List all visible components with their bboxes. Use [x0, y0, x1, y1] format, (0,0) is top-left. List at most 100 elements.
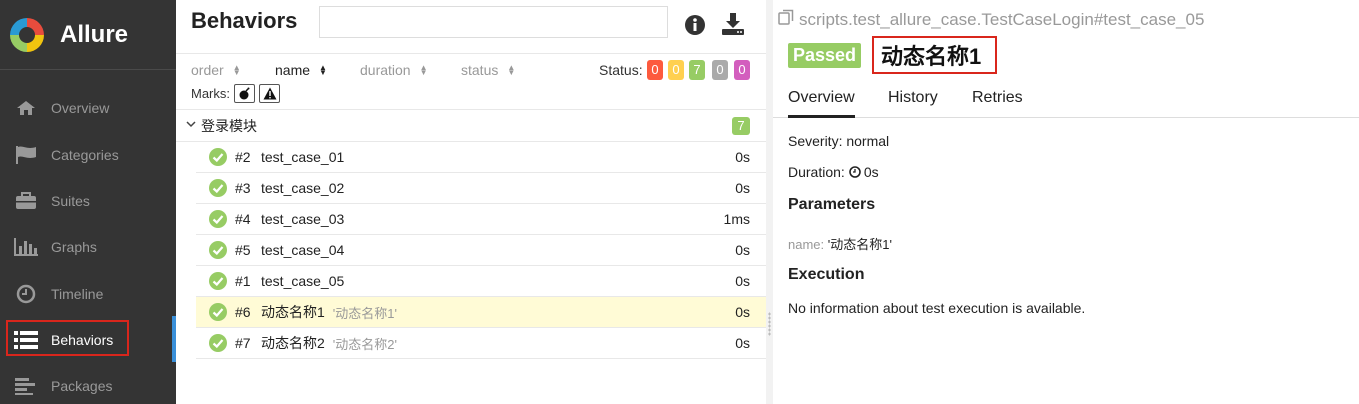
passed-check-icon — [209, 210, 227, 228]
row-parameter: '动态名称2' — [332, 336, 397, 352]
sidebar-item-label: Graphs — [51, 239, 97, 255]
sort-order[interactable]: order ▲ ▼ — [191, 62, 241, 78]
row-name: 动态名称1 — [261, 304, 325, 320]
duration-label: Duration: — [788, 164, 845, 180]
test-title: 动态名称1 — [872, 36, 997, 74]
chevron-down-icon — [186, 120, 198, 131]
parameter-name: name: — [788, 237, 825, 252]
sidebar-item-packages[interactable]: Packages — [0, 366, 176, 404]
flag-icon — [14, 146, 38, 164]
execution-text: No information about test execution is a… — [788, 300, 1086, 316]
status-unknown-toggle[interactable]: 0 — [734, 60, 750, 80]
row-duration: 0s — [735, 304, 750, 320]
sidebar-item-label: Suites — [51, 193, 90, 209]
detail-tabs: Overview History Retries — [773, 81, 1359, 118]
row-duration: 0s — [735, 273, 750, 289]
passed-check-icon — [209, 272, 227, 290]
passed-check-icon — [209, 241, 227, 259]
row-name: test_case_02 — [261, 180, 345, 196]
sort-arrows-icon: ▲ ▼ — [232, 63, 241, 77]
sort-status[interactable]: status ▲ ▼ — [461, 62, 515, 78]
row-order: #5 — [235, 242, 251, 258]
allure-report: Allure Overview Categories Suites Graphs — [0, 0, 1359, 404]
row-duration: 0s — [735, 335, 750, 351]
execution-heading: Execution — [788, 266, 865, 283]
sort-bar: order ▲ ▼ name ▲ ▼ duration ▲ ▼ status ▲ ▼ S… — [176, 56, 766, 82]
flaky-bomb-icon[interactable] — [234, 84, 255, 103]
row-order: #6 — [235, 304, 251, 320]
row-order: #2 — [235, 149, 251, 165]
passed-check-icon — [209, 179, 227, 197]
clock-icon — [14, 284, 38, 304]
passed-check-icon — [209, 334, 227, 352]
sidebar-item-graphs[interactable]: Graphs — [0, 227, 176, 267]
briefcase-icon — [14, 192, 38, 210]
warning-icon[interactable] — [259, 84, 280, 103]
status-passed-toggle[interactable]: 7 — [689, 60, 705, 80]
row-order: #7 — [235, 335, 251, 351]
table-row[interactable]: #7 动态名称2 '动态名称2' 0s — [196, 328, 766, 359]
passed-check-icon — [209, 303, 227, 321]
row-order: #1 — [235, 273, 251, 289]
parameters-heading: Parameters — [788, 196, 876, 213]
table-row[interactable]: #2 test_case_01 0s — [196, 142, 766, 173]
status-broken-toggle[interactable]: 0 — [668, 60, 684, 80]
test-path: scripts.test_allure_case.TestCaseLogin#t… — [778, 9, 1204, 30]
sidebar-item-label: Categories — [51, 147, 119, 163]
brand-name: Allure — [60, 20, 129, 48]
row-order: #4 — [235, 211, 251, 227]
table-row[interactable]: #4 test_case_03 1ms — [196, 204, 766, 235]
behaviors-panel: Behaviors order ▲ ▼ name ▲ ▼ duration ▲ ▼ — [176, 0, 766, 404]
info-icon[interactable] — [684, 14, 706, 39]
behaviors-header: Behaviors — [176, 0, 766, 54]
pane-splitter[interactable] — [766, 0, 773, 404]
test-path-text: scripts.test_allure_case.TestCaseLogin#t… — [799, 9, 1205, 29]
tab-history[interactable]: History — [888, 81, 938, 118]
group-name: 登录模块 — [201, 117, 257, 134]
sort-label: name — [275, 62, 311, 78]
search-input[interactable] — [319, 6, 668, 38]
download-icon[interactable] — [721, 12, 745, 39]
sidebar-item-timeline[interactable]: Timeline — [0, 274, 176, 314]
sidebar-item-overview[interactable]: Overview — [0, 88, 176, 128]
sidebar-item-categories[interactable]: Categories — [0, 135, 176, 175]
duration: Duration: 0s — [788, 164, 879, 180]
test-detail-panel: scripts.test_allure_case.TestCaseLogin#t… — [773, 0, 1359, 404]
sidebar-item-behaviors[interactable]: Behaviors — [0, 320, 176, 360]
sort-name[interactable]: name ▲ ▼ — [275, 62, 327, 78]
brand[interactable]: Allure — [0, 0, 176, 70]
tab-overview[interactable]: Overview — [788, 81, 855, 118]
sort-label: order — [191, 62, 224, 78]
sort-arrows-icon: ▲ ▼ — [419, 63, 428, 77]
parameter-value: '动态名称1' — [827, 237, 892, 252]
table-row-selected[interactable]: #6 动态名称1 '动态名称1' 0s — [196, 297, 766, 328]
row-name: test_case_04 — [261, 242, 345, 258]
sidebar-item-suites[interactable]: Suites — [0, 181, 176, 221]
table-row[interactable]: #1 test_case_05 0s — [196, 266, 766, 297]
status-failed-toggle[interactable]: 0 — [647, 60, 663, 80]
copy-icon[interactable] — [778, 9, 794, 30]
passed-check-icon — [209, 148, 227, 166]
status-skipped-toggle[interactable]: 0 — [712, 60, 728, 80]
row-duration: 0s — [735, 149, 750, 165]
tree-group[interactable]: 登录模块 7 — [176, 110, 766, 142]
splitter-grip-icon[interactable] — [768, 312, 771, 336]
tab-retries[interactable]: Retries — [972, 81, 1023, 118]
clock-icon — [849, 166, 861, 178]
home-icon — [14, 100, 38, 116]
marks-filter: Marks: — [191, 84, 280, 103]
duration-value: 0s — [863, 164, 879, 180]
sidebar-item-label: Behaviors — [51, 332, 114, 348]
table-row[interactable]: #3 test_case_02 0s — [196, 173, 766, 204]
group-count-badge: 7 — [732, 117, 750, 135]
sort-duration[interactable]: duration ▲ ▼ — [360, 62, 428, 78]
allure-logo-icon — [10, 17, 44, 52]
parameter-row: name: '动态名称1' — [788, 234, 892, 253]
row-duration: 1ms — [723, 211, 750, 227]
table-row[interactable]: #5 test_case_04 0s — [196, 235, 766, 266]
list-icon — [14, 330, 38, 350]
sidebar-item-label: Timeline — [51, 286, 104, 302]
sort-arrows-icon: ▲ ▼ — [319, 63, 327, 77]
status-label: Status: — [599, 62, 643, 78]
row-duration: 0s — [735, 180, 750, 196]
